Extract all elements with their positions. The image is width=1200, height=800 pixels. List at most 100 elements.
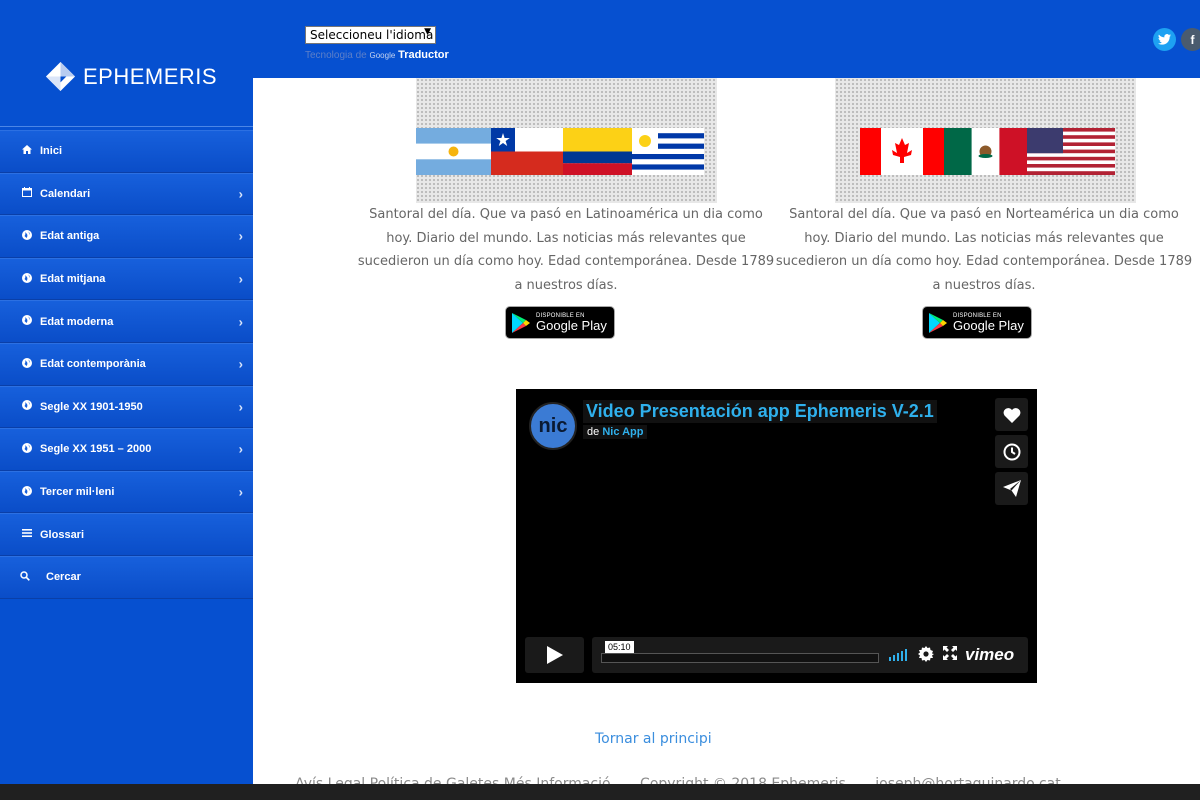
sidebar-item-label: Tercer mil·leni bbox=[40, 486, 115, 499]
app-image-norteamerica[interactable] bbox=[835, 78, 1136, 203]
paper-plane-icon bbox=[1002, 480, 1021, 497]
google-play-label: DISPONIBLE EN Google Play bbox=[953, 312, 1024, 333]
powered-by-text: Tecnologia de bbox=[305, 50, 367, 61]
byline-prefix: de bbox=[587, 426, 600, 438]
app-description-latinoamerica: Santoral del día. Que va pasó en Latinoa… bbox=[357, 207, 775, 293]
progress-bar[interactable]: 05:10 bbox=[601, 641, 879, 663]
globe-icon bbox=[20, 400, 34, 413]
gear-icon[interactable] bbox=[918, 646, 934, 662]
flag-canada bbox=[860, 128, 944, 175]
sidebar-item-label: Edat antiga bbox=[40, 230, 100, 243]
chevron-right-icon: › bbox=[238, 356, 243, 372]
chevron-right-icon: › bbox=[238, 441, 243, 457]
flag-colombia bbox=[563, 128, 632, 175]
sidebar-item-tercer-mil-leni[interactable]: Tercer mil·leni › bbox=[0, 470, 253, 514]
clock-icon bbox=[1003, 443, 1020, 460]
facebook-button[interactable]: f bbox=[1181, 28, 1200, 51]
vimeo-logo[interactable]: vimeo bbox=[965, 645, 1014, 665]
chevron-right-icon: › bbox=[238, 186, 243, 202]
chevron-down-icon: ▼ bbox=[424, 27, 431, 37]
sidebar-item-edat-antiga[interactable]: Edat antiga › bbox=[0, 215, 253, 258]
globe-icon bbox=[20, 357, 34, 371]
sidebar-item-edat-moderna[interactable]: Edat moderna › bbox=[0, 300, 253, 343]
home-icon bbox=[20, 145, 34, 157]
brand-logo[interactable]: EPHEMERIS bbox=[45, 61, 217, 92]
search-icon bbox=[18, 570, 32, 584]
vimeo-player[interactable]: nic Video Presentación app Ephemeris V-2… bbox=[516, 389, 1037, 683]
share-button[interactable] bbox=[995, 472, 1028, 505]
chevron-right-icon: › bbox=[238, 271, 243, 287]
sidebar-item-label: Edat contemporània bbox=[40, 358, 146, 371]
google-logo: Google bbox=[369, 51, 396, 60]
watch-later-button[interactable] bbox=[995, 435, 1028, 468]
translate-link[interactable]: Traductor bbox=[398, 49, 449, 61]
brand-divider bbox=[0, 126, 253, 127]
back-to-top-link[interactable]: Tornar al principi bbox=[595, 731, 712, 747]
globe-icon bbox=[20, 315, 34, 328]
footer: Avís Legal Política de Galetes Més Infor… bbox=[295, 774, 1061, 784]
footer-copyright: Copyright © 2018 Ephemeris bbox=[640, 776, 846, 784]
language-select[interactable]: Seleccioneu l'idioma ▼ bbox=[305, 26, 436, 44]
google-play-icon bbox=[512, 312, 530, 333]
sidebar-item-edat-mitjana[interactable]: Edat mitjana › bbox=[0, 257, 253, 301]
globe-icon bbox=[20, 485, 34, 499]
calendar-icon bbox=[20, 187, 34, 200]
sidebar-item-label: Calendari bbox=[40, 187, 91, 200]
video-author-link[interactable]: Nic App bbox=[602, 426, 643, 438]
chevron-right-icon: › bbox=[238, 228, 243, 244]
sidebar-item-edat-contemporania[interactable]: Edat contemporània › bbox=[0, 342, 253, 386]
chevron-right-icon: › bbox=[238, 484, 243, 500]
player-controls: 05:10 vimeo bbox=[525, 637, 1028, 673]
sidebar-item-segle-xx-1951-2000[interactable]: Segle XX 1951 – 2000 › bbox=[0, 428, 253, 471]
sidebar-item-label: Edat mitjana bbox=[40, 273, 106, 286]
flag-chile bbox=[491, 128, 563, 175]
control-bar: 05:10 vimeo bbox=[592, 637, 1028, 673]
twitter-button[interactable] bbox=[1153, 28, 1176, 51]
video-byline: de Nic App bbox=[583, 425, 648, 439]
google-translate-credit: Tecnologia de Google Traductor bbox=[305, 49, 449, 61]
sidebar-item-glossari[interactable]: Glossari bbox=[0, 513, 253, 556]
sidebar-item-inici[interactable]: Inici bbox=[0, 130, 253, 173]
sidebar-item-cercar[interactable]: Cercar bbox=[0, 555, 253, 599]
footer-email[interactable]: joseph@hortaguinardo.cat bbox=[875, 776, 1060, 784]
timestamp: 05:10 bbox=[605, 641, 634, 653]
play-button[interactable] bbox=[525, 637, 584, 673]
volume-icon[interactable] bbox=[889, 649, 907, 661]
app-image-latinoamerica[interactable] bbox=[416, 78, 717, 203]
sidebar-item-label: Segle XX 1951 – 2000 bbox=[40, 443, 152, 456]
like-button[interactable] bbox=[995, 398, 1028, 431]
video-title[interactable]: Video Presentación app Ephemeris V-2.1 bbox=[583, 400, 937, 423]
sidebar-item-segle-xx-1901-1950[interactable]: Segle XX 1901-1950 › bbox=[0, 385, 253, 429]
google-play-label: DISPONIBLE EN Google Play bbox=[536, 312, 607, 333]
sidebar-item-label: Segle XX 1901-1950 bbox=[40, 400, 143, 413]
sidebar-item-label: Cercar bbox=[46, 571, 81, 584]
heart-icon bbox=[1003, 407, 1020, 423]
sidebar-menu: Inici Calendari › Edat antiga › Edat mit… bbox=[0, 130, 253, 599]
fullscreen-icon[interactable] bbox=[943, 646, 957, 660]
globe-icon bbox=[20, 272, 34, 286]
google-play-icon bbox=[929, 312, 947, 333]
chevron-right-icon: › bbox=[238, 399, 243, 415]
sidebar-item-label: Inici bbox=[40, 145, 63, 158]
facebook-icon: f bbox=[1190, 32, 1195, 47]
flag-uruguay bbox=[632, 128, 704, 175]
footer-links[interactable]: Avís Legal Política de Galetes Més Infor… bbox=[295, 776, 611, 784]
google-play-button-latinoamerica[interactable]: DISPONIBLE EN Google Play bbox=[505, 306, 615, 339]
globe-icon bbox=[20, 442, 34, 456]
flag-mexico bbox=[944, 128, 1027, 175]
channel-avatar[interactable]: nic bbox=[529, 402, 577, 450]
list-icon bbox=[20, 529, 34, 540]
main-content: Santoral del día. Que va pasó en Latinoa… bbox=[253, 78, 1200, 784]
brand-name: EPHEMERIS bbox=[83, 63, 218, 89]
flag-argentina bbox=[416, 128, 491, 175]
language-select-value: Seleccioneu l'idioma bbox=[310, 28, 434, 42]
sidebar-item-calendari[interactable]: Calendari › bbox=[0, 172, 253, 216]
twitter-icon bbox=[1158, 34, 1171, 45]
play-icon bbox=[546, 646, 563, 664]
sidebar-item-label: Glossari bbox=[40, 528, 85, 541]
flag-usa bbox=[1027, 128, 1115, 175]
diamond-logo-icon bbox=[45, 61, 76, 92]
sidebar: EPHEMERIS Inici Calendari › Edat antiga … bbox=[0, 0, 253, 784]
google-play-button-norteamerica[interactable]: DISPONIBLE EN Google Play bbox=[922, 306, 1032, 339]
chevron-right-icon: › bbox=[238, 314, 243, 330]
